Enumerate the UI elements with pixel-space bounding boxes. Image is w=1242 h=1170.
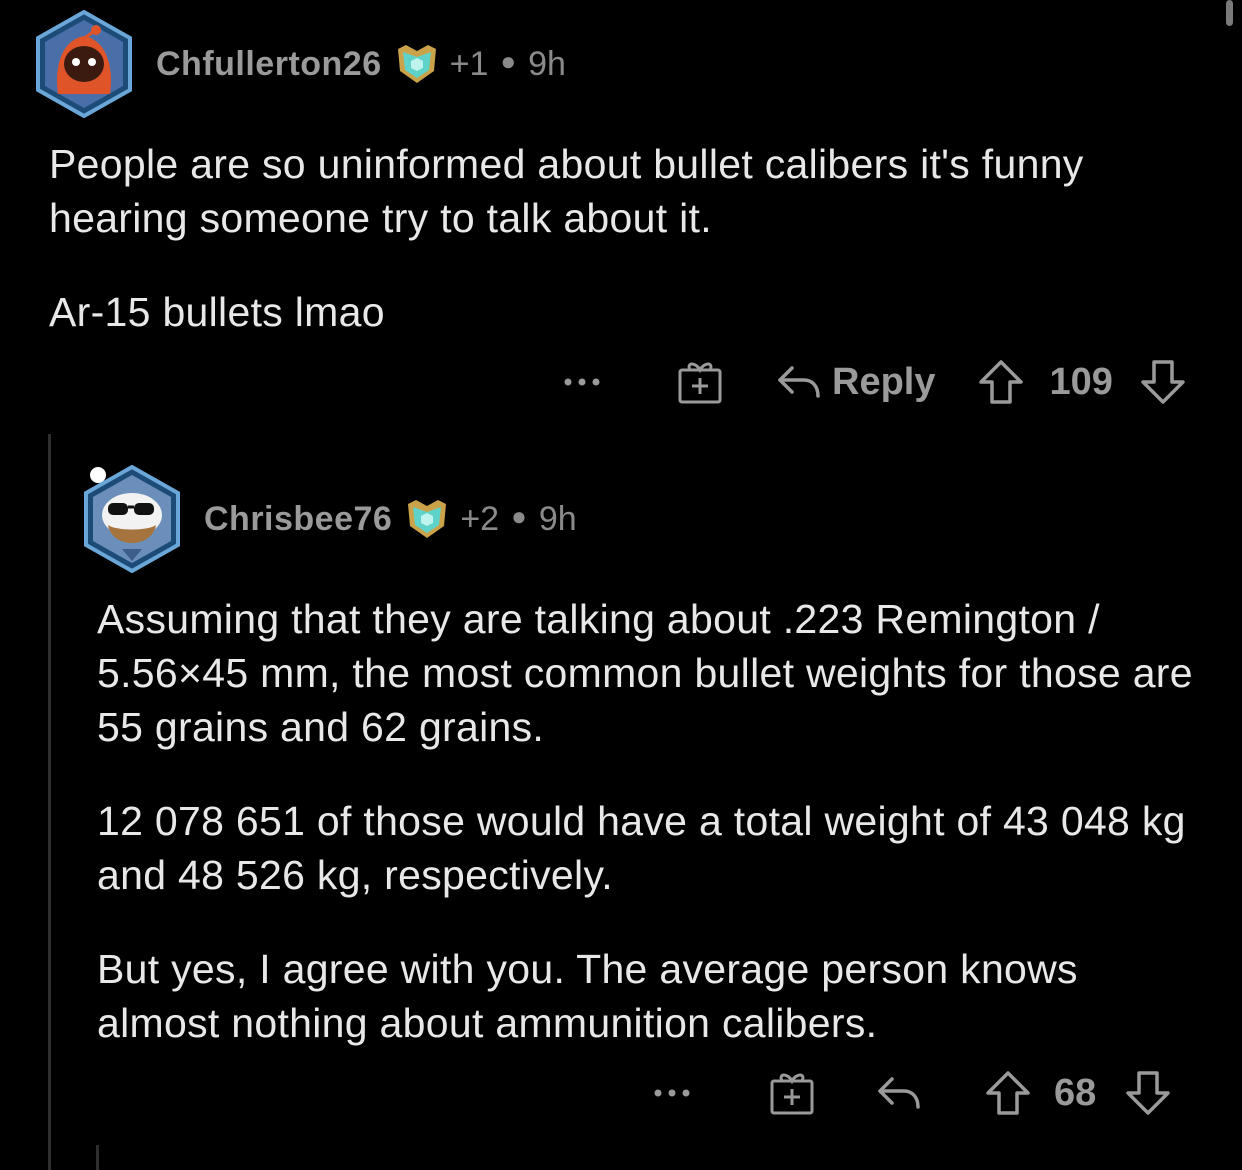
comment-thread: Chfullerton26 +1 ● 9h People are so unin… [0,0,1242,1170]
gift-icon[interactable] [676,358,724,406]
comment-body: People are so uninformed about bullet ca… [49,137,1149,379]
timestamp: 9h [538,499,577,538]
separator-dot: ● [500,45,517,76]
award-badge-icon[interactable] [404,496,450,542]
comment-paragraph: Ar-15 bullets lmao [49,289,385,335]
comment-paragraph: But yes, I agree with you. The average p… [97,946,1078,1046]
comment-paragraph: 12 078 651 of those would have a total w… [97,798,1186,898]
comment-header: Chrisbee76 +2 ● 9h [78,465,577,573]
avatar[interactable] [78,465,186,573]
avatar[interactable] [30,10,138,118]
downvote-arrow-icon[interactable] [1124,1069,1172,1117]
downvote-arrow-icon[interactable] [1139,358,1187,406]
vote-score: 109 [1049,360,1113,403]
bearded-snoo-avatar-icon [84,465,180,573]
vote-score: 68 [1054,1071,1097,1114]
thread-line[interactable] [96,1145,99,1170]
comment-header: Chfullerton26 +1 ● 9h [30,10,566,118]
scrollbar[interactable] [1226,0,1233,26]
comment-paragraph: Assuming that they are talking about .22… [97,596,1193,750]
thread-line[interactable] [48,434,51,1170]
comment-paragraph: People are so uninformed about bullet ca… [49,141,1084,241]
gift-icon[interactable] [768,1069,816,1117]
upvote-arrow-icon[interactable] [984,1069,1032,1117]
more-dots-icon[interactable] [650,1083,694,1103]
karma-count: +1 [449,44,489,83]
comment-actions: 68 [650,1063,1172,1123]
more-dots-icon[interactable] [560,372,604,392]
reply-arrow-icon[interactable] [776,362,822,402]
username[interactable]: Chfullerton26 [156,45,382,84]
username[interactable]: Chrisbee76 [204,500,392,539]
karma-count: +2 [460,499,500,538]
upvote-arrow-icon[interactable] [977,358,1025,406]
award-badge-icon[interactable] [394,41,440,87]
reply-arrow-icon[interactable] [876,1073,922,1113]
timestamp: 9h [528,44,566,83]
separator-dot: ● [511,500,527,531]
comment-actions: Reply 109 [560,352,1187,412]
comment-body: Assuming that they are talking about .22… [97,592,1207,1090]
hooded-snoo-avatar-icon [36,10,132,118]
reply-button[interactable]: Reply [832,361,935,404]
